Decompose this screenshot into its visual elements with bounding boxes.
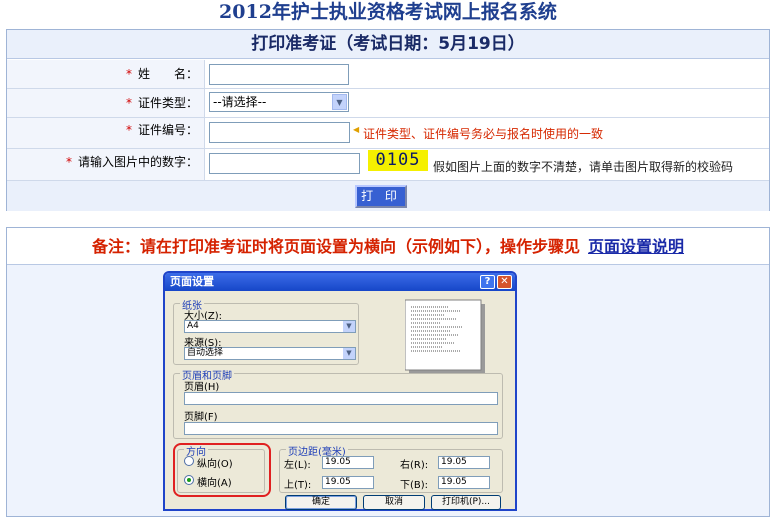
- chevron-down-icon: ▼: [343, 321, 355, 332]
- captcha-label: 请输入图片中的数字：: [77, 155, 198, 169]
- id-number-input[interactable]: [209, 122, 350, 143]
- header-label: 页眉(H): [184, 382, 220, 393]
- id-number-hint: 证件类型、证件编号务必与报名时使用的一致: [363, 127, 604, 141]
- captcha-field-cell: 0105 假如图片上面的数字不清楚，请单击图片取得新的校验码: [205, 149, 769, 180]
- note-panel: 备注：请在打印准考证时将页面设置为横向（示例如下），操作步骤见 页面设置说明 页面…: [6, 227, 770, 517]
- dialog-titlebar: 页面设置 ? ✕: [165, 273, 515, 291]
- id-type-label: 证件类型：: [137, 96, 198, 110]
- form-panel-header: 打印准考证（考试日期：5月19日）: [7, 30, 769, 59]
- page-setup-dialog-illustration: 页面设置 ? ✕ 纸张 大小(Z): A4 ▼ 来源(S): 自动选择 ▼ 页眉…: [163, 271, 517, 511]
- paper-group: 纸张 大小(Z): A4 ▼ 来源(S): 自动选择 ▼: [173, 297, 359, 365]
- id-type-selected-value: --请选择--: [213, 95, 267, 109]
- name-input[interactable]: [209, 64, 349, 85]
- required-mark: *: [65, 155, 72, 169]
- print-button[interactable]: 打 印: [355, 185, 407, 208]
- id-number-label: 证件编号：: [137, 123, 198, 137]
- chevron-down-icon: ▼: [343, 348, 355, 359]
- bottom-margin-label: 下(B):: [400, 480, 429, 491]
- page-setup-help-link[interactable]: 页面设置说明: [588, 237, 684, 256]
- bottom-margin-input: 19.05: [438, 476, 490, 489]
- right-margin-label: 右(R):: [400, 460, 429, 471]
- chevron-down-icon[interactable]: ▼: [332, 94, 347, 110]
- left-margin-label: 左(L):: [284, 460, 311, 471]
- top-margin-input: 19.05: [322, 476, 374, 489]
- captcha-label-cell: * 请输入图片中的数字：: [7, 149, 205, 180]
- print-form-panel: 打印准考证（考试日期：5月19日） * 姓 名： * 证件类型： --请选择-- ▼…: [6, 29, 770, 211]
- form-row-id-type: * 证件类型： --请选择-- ▼: [7, 89, 769, 118]
- id-number-label-cell: * 证件编号：: [7, 118, 205, 148]
- page-preview-image: [405, 299, 485, 374]
- dialog-ok-button: 确定: [285, 495, 357, 510]
- header-footer-group: 页眉和页脚 页眉(H) 页脚(F): [173, 367, 503, 439]
- source-select: 自动选择 ▼: [184, 347, 356, 360]
- required-mark: *: [125, 67, 132, 81]
- name-field-cell: [205, 60, 769, 88]
- dialog-title: 页面设置: [170, 275, 214, 288]
- name-label: 姓 名：: [137, 67, 198, 81]
- site-title: 2012年护士执业资格考试网上报名系统: [219, 1, 557, 23]
- required-mark: *: [125, 96, 132, 110]
- footer-input: [184, 422, 498, 435]
- captcha-image[interactable]: 0105: [368, 150, 428, 171]
- dialog-cancel-button: 取消: [363, 495, 425, 510]
- id-type-select[interactable]: --请选择-- ▼: [209, 92, 349, 112]
- footer-label: 页脚(F): [184, 412, 218, 423]
- size-select: A4 ▼: [184, 320, 356, 333]
- left-margin-input: 19.05: [322, 456, 374, 469]
- dialog-printer-button: 打印机(P)...: [431, 495, 501, 510]
- note-text: 备注：请在打印准考证时将页面设置为横向（示例如下），操作步骤见: [91, 237, 580, 256]
- id-number-field-cell: ◀ 证件类型、证件编号务必与报名时使用的一致: [205, 118, 769, 148]
- size-value: A4: [187, 321, 199, 331]
- required-mark: *: [125, 123, 132, 137]
- form-row-captcha: * 请输入图片中的数字： 0105 假如图片上面的数字不清楚，请单击图片取得新的校…: [7, 149, 769, 181]
- form-row-id-number: * 证件编号： ◀ 证件类型、证件编号务必与报名时使用的一致: [7, 118, 769, 149]
- name-label-cell: * 姓 名：: [7, 60, 205, 88]
- top-margin-label: 上(T):: [284, 480, 312, 491]
- margins-group: 页边距(毫米) 左(L): 19.05 右(R): 19.05 上(T): 19…: [279, 443, 503, 493]
- triangle-left-icon: ◀: [353, 125, 360, 134]
- question-icon: ?: [480, 275, 495, 289]
- source-value: 自动选择: [187, 348, 224, 358]
- id-type-field-cell: --请选择-- ▼: [205, 89, 769, 117]
- captcha-hint: 假如图片上面的数字不清楚，请单击图片取得新的校验码: [433, 160, 734, 174]
- orientation-highlight-oval: [173, 443, 271, 497]
- close-icon: ✕: [497, 275, 512, 289]
- print-button-row: 打 印: [7, 181, 769, 211]
- form-row-name: * 姓 名：: [7, 60, 769, 89]
- id-type-label-cell: * 证件类型：: [7, 89, 205, 117]
- note-header: 备注：请在打印准考证时将页面设置为横向（示例如下），操作步骤见 页面设置说明: [7, 228, 769, 265]
- right-margin-input: 19.05: [438, 456, 490, 469]
- captcha-input[interactable]: [209, 153, 360, 174]
- header-input: [184, 392, 498, 405]
